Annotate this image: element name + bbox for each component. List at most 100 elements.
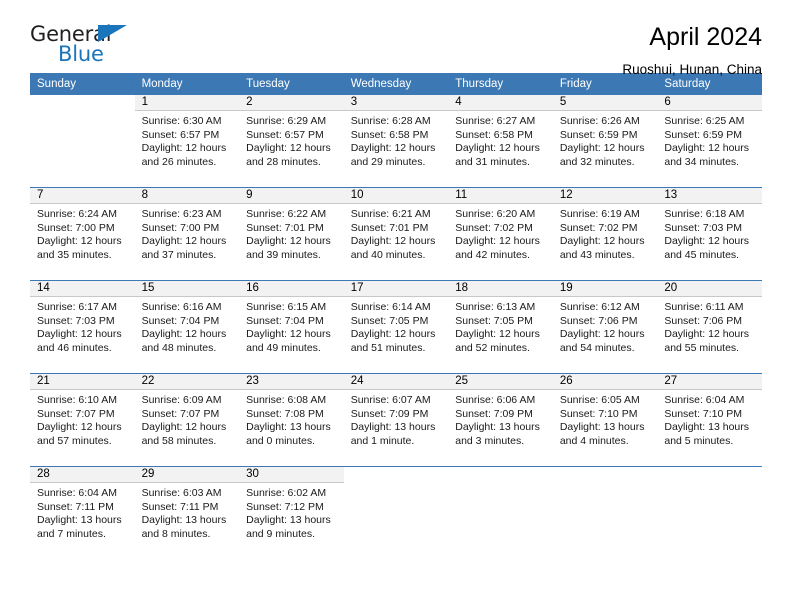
day-details: Sunrise: 6:21 AM Sunset: 7:01 PM Dayligh… [344,204,449,262]
day-number: 3 [343,95,449,111]
daylight-text-line2: and 0 minutes. [246,434,316,447]
day-cell[interactable]: 8 Sunrise: 6:23 AM Sunset: 7:00 PM Dayli… [134,187,240,281]
day-cell[interactable]: 13 Sunrise: 6:18 AM Sunset: 7:03 PM Dayl… [657,187,762,281]
day-number: 30 [239,467,344,483]
day-cell[interactable]: 17 Sunrise: 6:14 AM Sunset: 7:05 PM Dayl… [343,280,449,374]
day-cell[interactable]: 7 Sunrise: 6:24 AM Sunset: 7:00 PM Dayli… [30,187,135,281]
day-cell[interactable]: 15 Sunrise: 6:16 AM Sunset: 7:04 PM Dayl… [134,280,240,374]
day-cell[interactable]: 26 Sunrise: 6:05 AM Sunset: 7:10 PM Dayl… [552,373,658,467]
day-cell[interactable]: 12 Sunrise: 6:19 AM Sunset: 7:02 PM Dayl… [552,187,658,281]
sunset-text: Sunset: 6:57 PM [246,128,324,141]
sunrise-text: Sunrise: 6:20 AM [455,208,536,220]
day-details: Sunrise: 6:23 AM Sunset: 7:00 PM Dayligh… [135,204,240,262]
weekday-header-thursday: Thursday [448,73,553,95]
title-block: April 2024 Ruoshui, Hunan, China [622,22,762,77]
day-cell[interactable]: 3 Sunrise: 6:28 AM Sunset: 6:58 PM Dayli… [343,95,449,188]
daylight-text-line2: and 46 minutes. [37,341,112,354]
day-cell[interactable]: 28 Sunrise: 6:04 AM Sunset: 7:11 PM Dayl… [30,466,135,555]
sunset-text: Sunset: 6:59 PM [559,128,638,141]
day-cell[interactable]: 30 Sunrise: 6:02 AM Sunset: 7:12 PM Dayl… [239,466,344,555]
day-cell[interactable]: 5 Sunrise: 6:26 AM Sunset: 6:59 PM Dayli… [552,95,658,188]
day-number: 28 [30,467,135,483]
day-cell[interactable]: 25 Sunrise: 6:06 AM Sunset: 7:09 PM Dayl… [448,373,553,467]
day-cell[interactable]: 14 Sunrise: 6:17 AM Sunset: 7:03 PM Dayl… [30,280,135,374]
day-number: 5 [552,95,658,111]
weekday-header-monday: Monday [134,73,240,95]
day-number: 8 [134,188,240,204]
day-details: Sunrise: 6:15 AM Sunset: 7:04 PM Dayligh… [239,297,344,355]
day-number: 11 [448,188,553,204]
day-cell[interactable] [343,466,449,555]
day-cell[interactable]: 22 Sunrise: 6:09 AM Sunset: 7:07 PM Dayl… [134,373,240,467]
sunset-text: Sunset: 7:03 PM [37,314,115,327]
day-cell[interactable]: 27 Sunrise: 6:04 AM Sunset: 7:10 PM Dayl… [657,373,762,467]
day-cell[interactable] [552,466,658,555]
day-cell[interactable]: 23 Sunrise: 6:08 AM Sunset: 7:08 PM Dayl… [239,373,344,467]
day-details: Sunrise: 6:16 AM Sunset: 7:04 PM Dayligh… [135,297,240,355]
daylight-text-line2: and 55 minutes. [664,341,740,354]
sunrise-text: Sunrise: 6:07 AM [350,394,431,406]
day-details: Sunrise: 6:12 AM Sunset: 7:06 PM Dayligh… [553,297,658,355]
week-row: 28 Sunrise: 6:04 AM Sunset: 7:11 PM Dayl… [30,466,762,555]
weekday-header-tuesday: Tuesday [239,73,344,95]
day-cell[interactable]: 2 Sunrise: 6:29 AM Sunset: 6:57 PM Dayli… [239,95,344,188]
day-number: 21 [30,374,135,390]
day-cell[interactable]: 10 Sunrise: 6:21 AM Sunset: 7:01 PM Dayl… [343,187,449,281]
sunset-text: Sunset: 6:58 PM [350,128,429,141]
day-cell[interactable]: 9 Sunrise: 6:22 AM Sunset: 7:01 PM Dayli… [239,187,344,281]
sunset-text: Sunset: 7:02 PM [559,221,638,234]
sunset-text: Sunset: 7:00 PM [37,221,115,234]
day-cell[interactable]: 19 Sunrise: 6:12 AM Sunset: 7:06 PM Dayl… [552,280,658,374]
sunrise-text: Sunrise: 6:04 AM [664,394,745,406]
sunset-text: Sunset: 7:11 PM [37,500,114,513]
sunset-text: Sunset: 7:09 PM [350,407,429,420]
day-number: 25 [448,374,553,390]
day-cell[interactable]: 11 Sunrise: 6:20 AM Sunset: 7:02 PM Dayl… [448,187,553,281]
daylight-text-line2: and 45 minutes. [664,248,740,261]
daylight-text-line1: Daylight: 12 hours [664,235,750,248]
daylight-text-line1: Daylight: 12 hours [141,235,227,248]
sunrise-text: Sunrise: 6:08 AM [246,394,327,406]
logo-triangle-icon [98,25,127,42]
day-cell[interactable]: 1 Sunrise: 6:30 AM Sunset: 6:57 PM Dayli… [134,95,240,188]
sunset-text: Sunset: 7:10 PM [664,407,743,420]
day-cell[interactable]: 18 Sunrise: 6:13 AM Sunset: 7:05 PM Dayl… [448,280,553,374]
daylight-text-line2: and 4 minutes. [559,434,629,447]
daylight-text-line1: Daylight: 12 hours [455,235,540,248]
day-cell[interactable] [657,466,762,555]
daylight-text-line2: and 35 minutes. [37,248,112,261]
sunrise-text: Sunrise: 6:16 AM [141,301,222,313]
day-number [448,467,553,483]
day-details: Sunrise: 6:25 AM Sunset: 6:59 PM Dayligh… [657,111,762,169]
day-number: 29 [134,467,240,483]
generalblue-logo[interactable]: General Blue [30,22,142,70]
day-cell[interactable] [448,466,553,555]
day-cell[interactable]: 4 Sunrise: 6:27 AM Sunset: 6:58 PM Dayli… [448,95,553,188]
week-row: 21 Sunrise: 6:10 AM Sunset: 7:07 PM Dayl… [30,373,762,467]
daylight-text-line1: Daylight: 12 hours [559,235,645,248]
sunset-text: Sunset: 7:07 PM [37,407,115,420]
day-cell[interactable]: 6 Sunrise: 6:25 AM Sunset: 6:59 PM Dayli… [657,95,762,188]
weekday-header-wednesday: Wednesday [343,73,449,95]
sunset-text: Sunset: 7:02 PM [455,221,533,234]
page-title: April 2024 [649,23,762,51]
sunrise-text: Sunrise: 6:02 AM [246,487,327,499]
day-details: Sunrise: 6:09 AM Sunset: 7:07 PM Dayligh… [135,390,240,448]
daylight-text-line1: Daylight: 12 hours [37,421,122,434]
sunrise-text: Sunrise: 6:06 AM [455,394,536,406]
day-cell[interactable]: 16 Sunrise: 6:15 AM Sunset: 7:04 PM Dayl… [239,280,344,374]
day-cell[interactable]: 21 Sunrise: 6:10 AM Sunset: 7:07 PM Dayl… [30,373,135,467]
day-cell[interactable]: 29 Sunrise: 6:03 AM Sunset: 7:11 PM Dayl… [134,466,240,555]
day-cell[interactable] [30,95,135,188]
day-details: Sunrise: 6:18 AM Sunset: 7:03 PM Dayligh… [657,204,762,262]
page-subtitle: Ruoshui, Hunan, China [622,61,762,77]
sunrise-text: Sunrise: 6:11 AM [664,301,744,313]
sunset-text: Sunset: 7:01 PM [350,221,429,234]
day-cell[interactable]: 24 Sunrise: 6:07 AM Sunset: 7:09 PM Dayl… [343,373,449,467]
day-number: 6 [657,95,762,111]
day-cell[interactable]: 20 Sunrise: 6:11 AM Sunset: 7:06 PM Dayl… [657,280,762,374]
daylight-text-line2: and 39 minutes. [246,248,321,261]
sunrise-text: Sunrise: 6:23 AM [141,208,222,220]
daylight-text-line1: Daylight: 13 hours [559,421,645,434]
day-details: Sunrise: 6:20 AM Sunset: 7:02 PM Dayligh… [448,204,553,262]
